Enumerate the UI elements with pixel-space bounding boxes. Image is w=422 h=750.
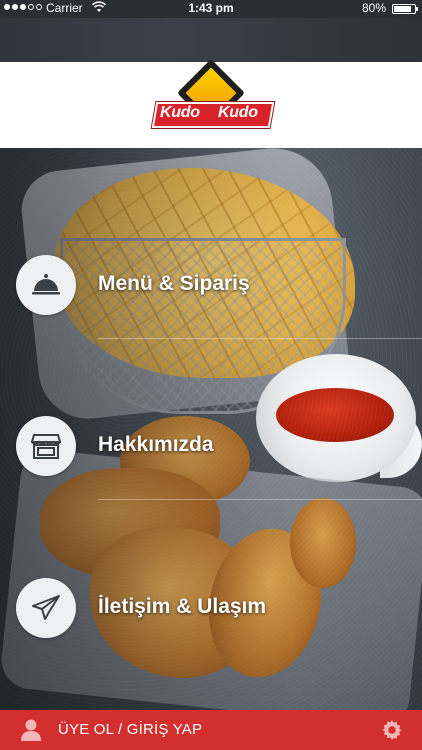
gear-icon[interactable] (380, 717, 404, 743)
status-bar: Carrier 1:43 pm 80% (0, 0, 422, 18)
battery-icon (392, 4, 418, 14)
store-icon (16, 416, 76, 476)
divider (98, 338, 422, 339)
divider (98, 499, 422, 500)
user-icon[interactable] (20, 718, 42, 742)
top-band (0, 18, 422, 62)
cloche-icon (16, 255, 76, 315)
menu-item-about[interactable]: Hakkımızda (0, 414, 422, 500)
battery-percent: 80% (361, 1, 386, 15)
paper-plane-icon (16, 578, 76, 638)
menu-item-contact[interactable]: İletişim & Ulaşım (0, 576, 422, 640)
login-register-button[interactable]: ÜYE OL / GİRİŞ YAP (58, 721, 202, 738)
menu-item-label: Menü & Sipariş (98, 272, 250, 295)
clock: 1:43 pm (188, 1, 234, 15)
menu-item-order[interactable]: Menü & Sipariş (0, 253, 422, 339)
kudo-kudo-logo[interactable]: Kudo Kudo (151, 59, 275, 140)
menu-item-label: Hakkımızda (98, 433, 214, 456)
menu-item-label: İletişim & Ulaşım (98, 595, 267, 618)
bottom-bar: ÜYE OL / GİRİŞ YAP (0, 710, 422, 750)
app-header: Kudo Kudo (0, 59, 422, 148)
